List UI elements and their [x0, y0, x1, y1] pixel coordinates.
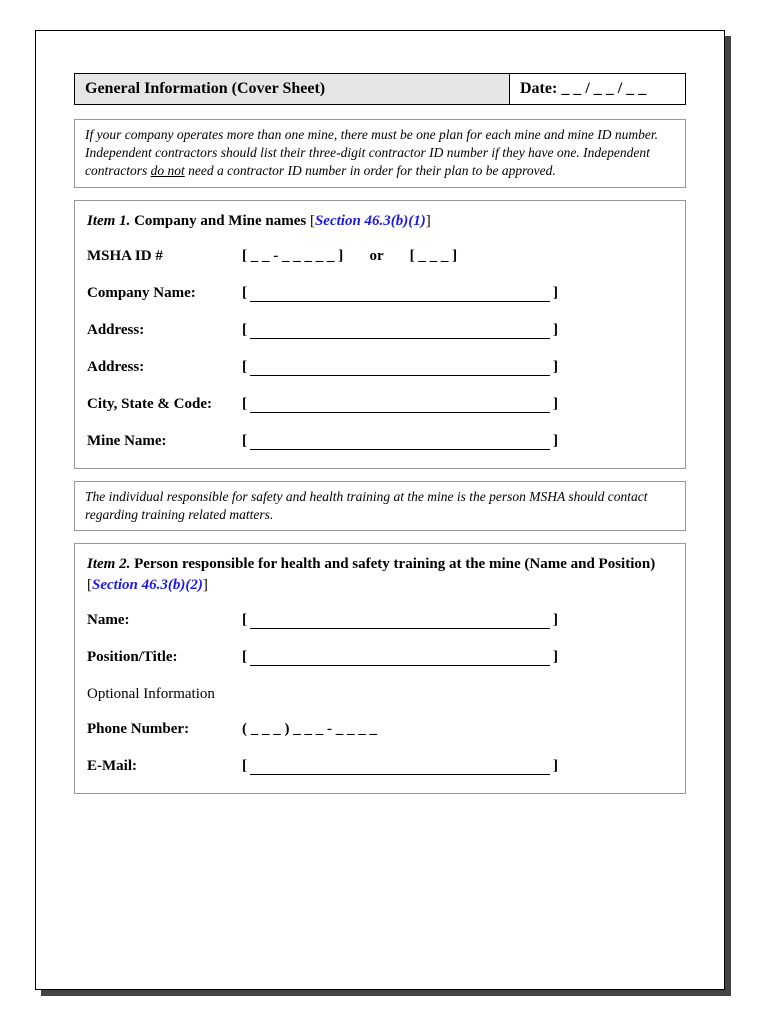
- bracket-close: ]: [553, 285, 558, 302]
- item1-label: Item 1.: [87, 213, 130, 229]
- note-box-2: The individual responsible for safety an…: [74, 481, 686, 531]
- name-label: Name:: [87, 612, 242, 629]
- bracket-close: ]: [553, 649, 558, 666]
- name-field[interactable]: [250, 615, 550, 630]
- item1-title: Company and Mine names: [134, 213, 306, 229]
- note1-line1: If your company operates more than one m…: [85, 127, 658, 142]
- item2-title: Person responsible for health and safety…: [134, 556, 655, 572]
- phone-label: Phone Number:: [87, 721, 242, 738]
- position-label: Position/Title:: [87, 649, 242, 666]
- address2-row: Address: [ ]: [87, 359, 673, 376]
- form-page: General Information (Cover Sheet) Date: …: [35, 30, 725, 990]
- header-row: General Information (Cover Sheet) Date: …: [74, 73, 686, 105]
- address1-label: Address:: [87, 322, 242, 339]
- bracket-close: ]: [553, 758, 558, 775]
- item2-label: Item 2.: [87, 556, 130, 572]
- address2-field[interactable]: [250, 361, 550, 376]
- item2-box: Item 2. Person responsible for health an…: [74, 543, 686, 794]
- bracket-open: [: [242, 285, 247, 302]
- mine-name-label: Mine Name:: [87, 433, 242, 450]
- company-name-row: Company Name: [ ]: [87, 285, 673, 302]
- company-name-label: Company Name:: [87, 285, 242, 302]
- email-field[interactable]: [250, 761, 550, 776]
- item1-section-ref: Section 46.3(b)(1): [315, 213, 426, 229]
- page-container: General Information (Cover Sheet) Date: …: [35, 30, 725, 990]
- item2-heading: Item 2. Person responsible for health an…: [87, 554, 673, 596]
- note1-underlined: do not: [151, 163, 185, 178]
- email-label: E-Mail:: [87, 758, 242, 775]
- phone-row: Phone Number: ( _ _ _ ) _ _ _ - _ _ _ _: [87, 721, 673, 738]
- note2-text: The individual responsible for safety an…: [85, 489, 647, 522]
- header-title: General Information (Cover Sheet): [75, 74, 510, 104]
- item2-section-ref: Section 46.3(b)(2): [92, 577, 203, 593]
- bracket-close: ]: [553, 359, 558, 376]
- item1-box: Item 1. Company and Mine names [ Section …: [74, 200, 686, 469]
- address1-field[interactable]: [250, 324, 550, 339]
- bracket-close: ]: [553, 433, 558, 450]
- msha-id-label: MSHA ID #: [87, 248, 242, 265]
- bracket-open: [: [242, 649, 247, 666]
- mine-name-row: Mine Name: [ ]: [87, 433, 673, 450]
- bracket-open: [: [242, 396, 247, 413]
- phone-value: ( _ _ _ ) _ _ _ - _ _ _ _: [242, 721, 377, 738]
- company-name-field[interactable]: [250, 287, 550, 302]
- msha-id-value: [ _ _ - _ _ _ _ _ ] or [ _ _ _ ]: [242, 248, 457, 265]
- city-label: City, State & Code:: [87, 396, 242, 413]
- bracket-open: [: [242, 433, 247, 450]
- bracket-open: [: [242, 322, 247, 339]
- bracket-open: [: [242, 359, 247, 376]
- bracket-close: ]: [203, 577, 208, 593]
- email-row: E-Mail: [ ]: [87, 758, 673, 775]
- note1-line2c: need a contractor ID number in order for…: [185, 163, 556, 178]
- mine-name-field[interactable]: [250, 435, 550, 450]
- bracket-close: ]: [426, 213, 431, 229]
- address1-row: Address: [ ]: [87, 322, 673, 339]
- note1-line2b: contractors: [85, 163, 151, 178]
- bracket-open: [: [242, 612, 247, 629]
- position-field[interactable]: [250, 652, 550, 667]
- address2-label: Address:: [87, 359, 242, 376]
- bracket-close: ]: [553, 612, 558, 629]
- name-row: Name: [ ]: [87, 612, 673, 629]
- bracket-close: ]: [553, 396, 558, 413]
- bracket-close: ]: [553, 322, 558, 339]
- optional-info-label: Optional Information: [87, 686, 673, 703]
- msha-id-row: MSHA ID # [ _ _ - _ _ _ _ _ ] or [ _ _ _…: [87, 248, 673, 265]
- header-date: Date: _ _ / _ _ / _ _: [510, 74, 685, 104]
- item1-heading: Item 1. Company and Mine names [Section …: [87, 211, 673, 232]
- bracket-open: [: [242, 758, 247, 775]
- city-row: City, State & Code: [ ]: [87, 396, 673, 413]
- note-box-1: If your company operates more than one m…: [74, 119, 686, 188]
- city-field[interactable]: [250, 398, 550, 413]
- note1-line2a: Independent contractors should list thei…: [85, 145, 650, 160]
- position-row: Position/Title: [ ]: [87, 649, 673, 666]
